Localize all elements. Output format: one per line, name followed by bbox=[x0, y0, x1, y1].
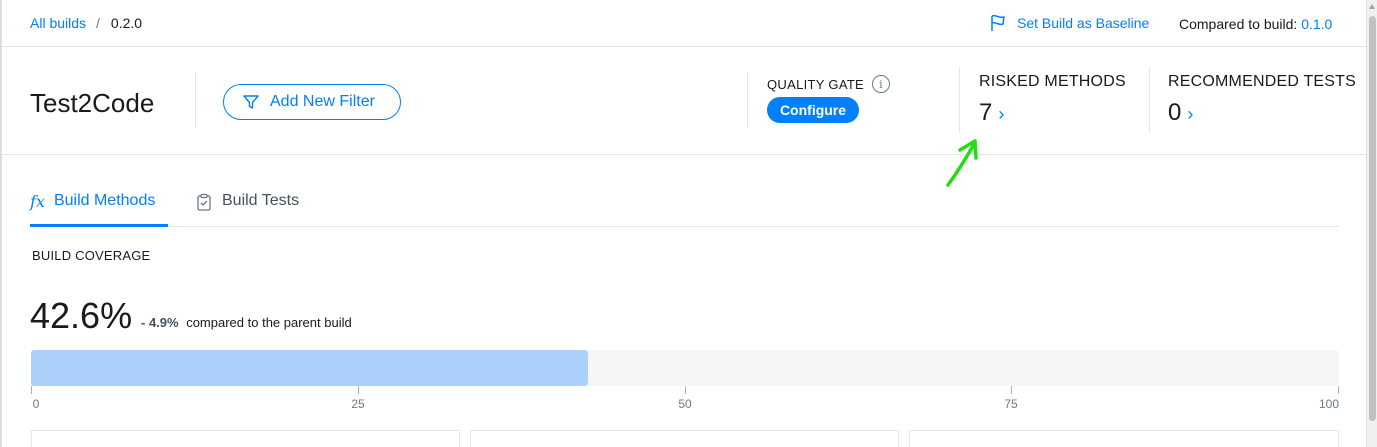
build-coverage-title: BUILD COVERAGE bbox=[32, 248, 151, 263]
header-divider bbox=[747, 73, 748, 128]
clipboard-check-icon bbox=[197, 193, 211, 211]
coverage-progress-bar bbox=[31, 350, 1339, 386]
chevron-right-icon: › bbox=[1187, 104, 1194, 124]
risked-methods-count: 7 bbox=[979, 99, 993, 126]
summary-card bbox=[470, 430, 899, 447]
risked-methods-label: RISKED METHODS bbox=[979, 73, 1126, 90]
scrollbar-thumb[interactable] bbox=[1369, 16, 1376, 421]
recommended-tests-label: RECOMMENDED TESTS bbox=[1168, 73, 1357, 90]
axis-tick-label: 75 bbox=[1004, 397, 1018, 411]
axis-tick-label: 25 bbox=[351, 397, 365, 411]
add-new-filter-button[interactable]: Add New Filter bbox=[223, 84, 401, 120]
configure-quality-gate-button[interactable]: Configure bbox=[767, 97, 859, 123]
axis-tick-label: 0 bbox=[32, 397, 40, 411]
add-new-filter-label: Add New Filter bbox=[270, 93, 375, 110]
quality-gate-label: QUALITY GATE i bbox=[767, 75, 891, 93]
compared-to-build: Compared to build: 0.1.0 bbox=[1179, 16, 1332, 32]
compared-prefix: Compared to build: bbox=[1179, 16, 1298, 32]
axis-tick bbox=[31, 386, 32, 394]
annotation-arrow-icon bbox=[946, 139, 978, 187]
scroll-up-arrow-icon[interactable] bbox=[1369, 4, 1375, 9]
breadcrumb-current-build: 0.2.0 bbox=[110, 15, 143, 31]
coverage-axis: 0 25 50 75 100 bbox=[31, 386, 1339, 416]
set-baseline-button[interactable]: Set Build as Baseline bbox=[989, 13, 1149, 33]
header-divider bbox=[195, 73, 196, 128]
summary-card bbox=[31, 430, 460, 447]
breadcrumb-all-builds-link[interactable]: All builds bbox=[30, 15, 86, 31]
header-divider bbox=[1149, 68, 1150, 132]
tab-build-tests[interactable]: Build Tests bbox=[195, 186, 315, 227]
compared-version-link[interactable]: 0.1.0 bbox=[1301, 16, 1332, 32]
info-icon[interactable]: i bbox=[872, 75, 891, 93]
plugin-header: Test2Code Add New Filter QUALITY GATE i … bbox=[2, 48, 1366, 155]
build-overview-page: All builds / 0.2.0 Set Build as Baseline… bbox=[0, 0, 1366, 447]
coverage-percentage: 42.6% bbox=[30, 295, 133, 336]
tab-build-tests-label: Build Tests bbox=[222, 192, 300, 209]
coverage-delta: - 4.9% compared to the parent build bbox=[141, 315, 352, 330]
axis-tick bbox=[1011, 386, 1012, 394]
page-title: Test2Code bbox=[30, 88, 155, 118]
fx-icon: fx bbox=[30, 192, 45, 211]
axis-tick bbox=[1338, 386, 1339, 394]
header-divider bbox=[959, 68, 960, 132]
tab-bar: fx Build Methods Build Tests bbox=[30, 186, 1339, 227]
risked-methods-link[interactable]: 7 › bbox=[979, 99, 1004, 127]
flag-icon bbox=[991, 14, 1005, 31]
axis-tick-label: 100 bbox=[1318, 397, 1340, 411]
breadcrumb-separator: / bbox=[96, 15, 100, 31]
set-baseline-label: Set Build as Baseline bbox=[1017, 15, 1150, 31]
filter-icon bbox=[243, 95, 259, 109]
summary-card bbox=[909, 430, 1339, 447]
recommended-tests-count: 0 bbox=[1168, 99, 1182, 126]
vertical-scrollbar[interactable] bbox=[1366, 0, 1377, 447]
recommended-tests-link[interactable]: 0 › bbox=[1168, 99, 1193, 127]
coverage-delta-value: - 4.9% bbox=[141, 315, 179, 330]
coverage-delta-text: compared to the parent build bbox=[186, 315, 352, 330]
top-bar: All builds / 0.2.0 Set Build as Baseline… bbox=[2, 0, 1366, 47]
axis-tick-label: 50 bbox=[678, 397, 692, 411]
quality-gate-title: QUALITY GATE bbox=[767, 76, 865, 92]
chevron-right-icon: › bbox=[998, 104, 1005, 124]
tab-build-methods-label: Build Methods bbox=[53, 192, 156, 209]
axis-tick bbox=[358, 386, 359, 394]
tab-build-methods[interactable]: fx Build Methods bbox=[30, 186, 168, 227]
axis-tick bbox=[685, 386, 686, 394]
breadcrumb: All builds / 0.2.0 bbox=[30, 15, 142, 31]
coverage-progress-fill bbox=[31, 350, 588, 386]
